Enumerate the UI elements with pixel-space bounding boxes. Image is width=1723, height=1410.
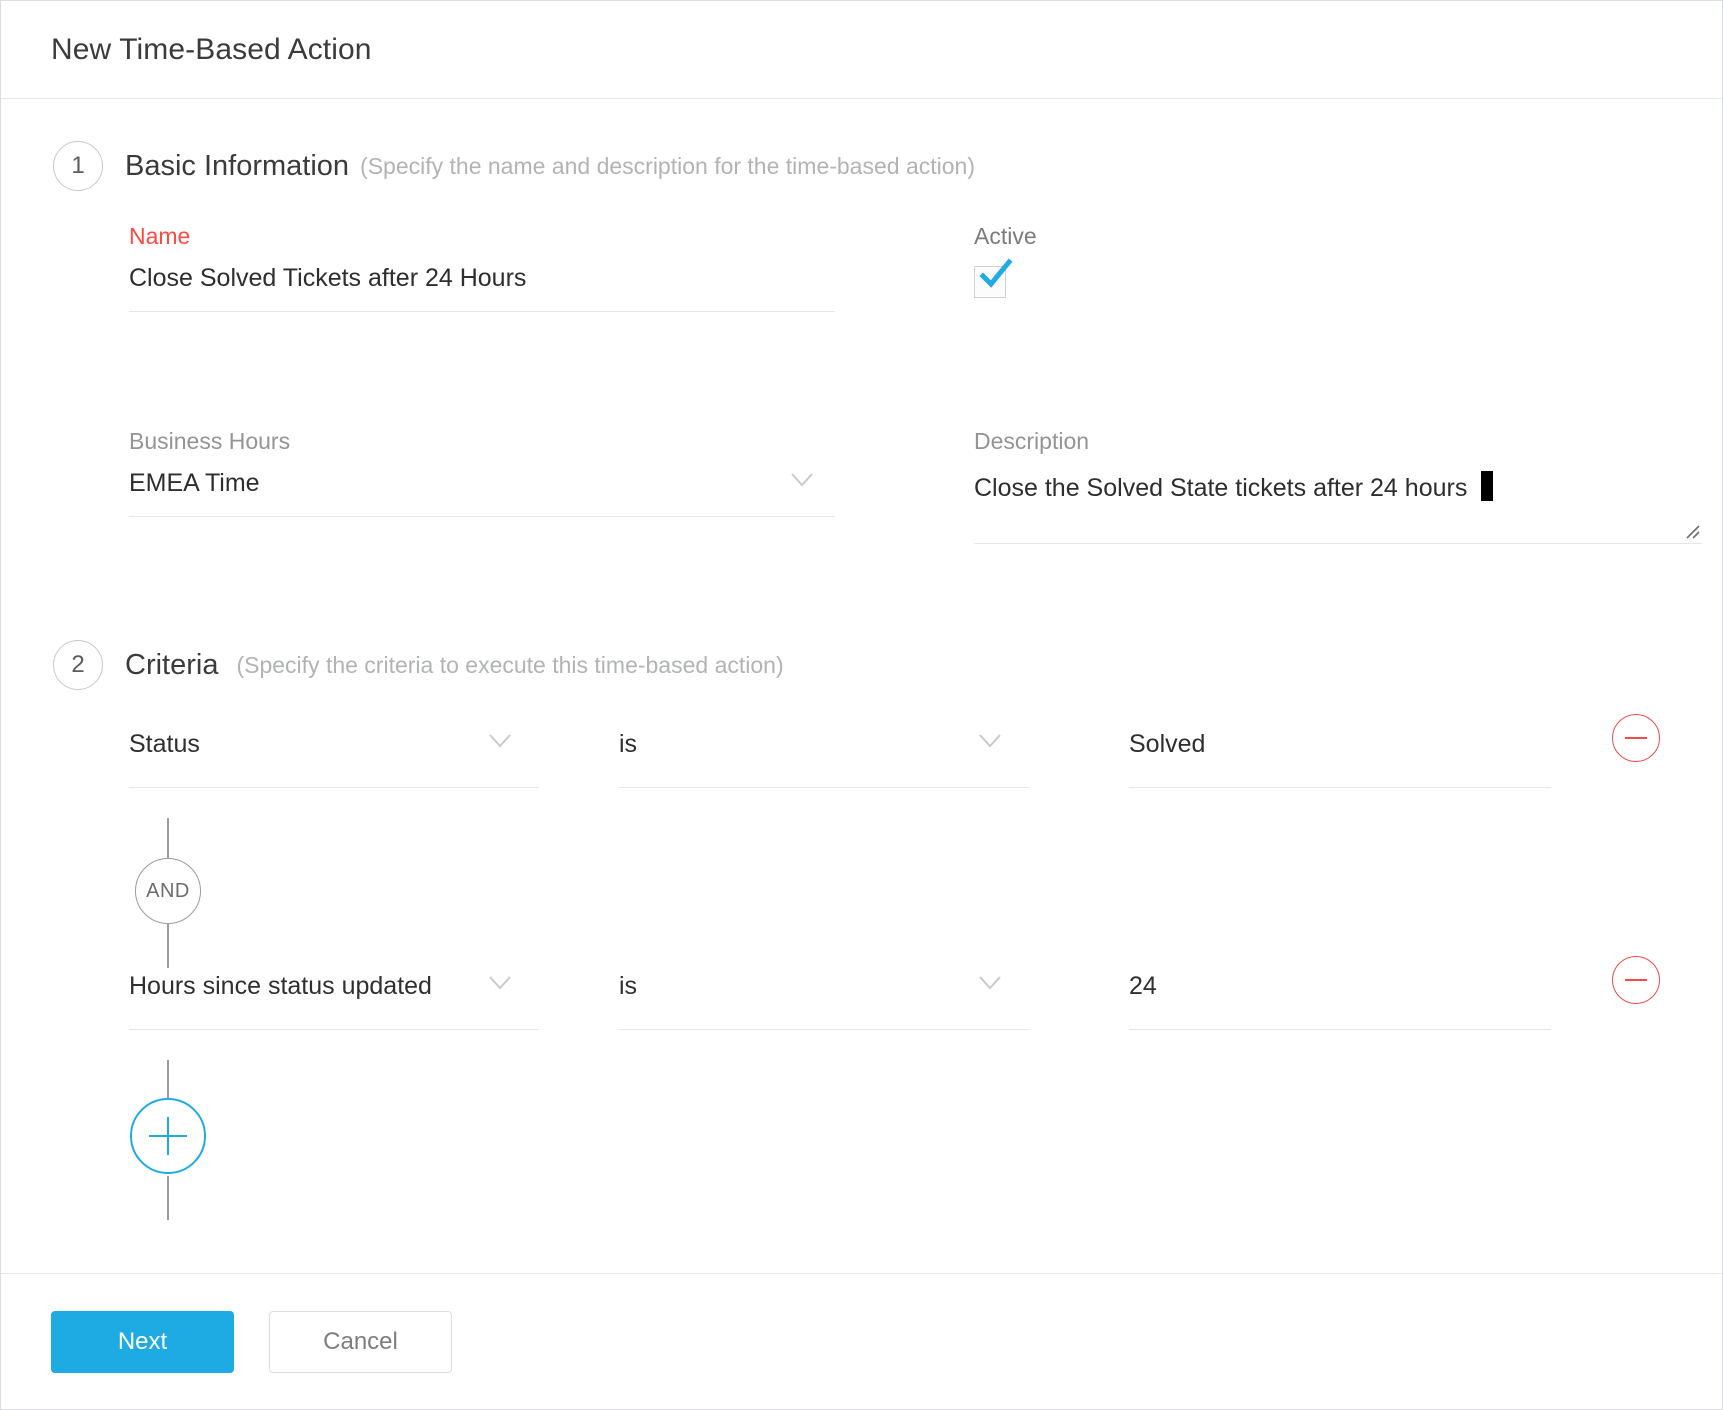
- section-hint-basic: (Specify the name and description for th…: [360, 153, 975, 180]
- chevron-down-icon: [791, 473, 813, 487]
- criteria-row: Status is Solved: [129, 726, 1722, 818]
- section-header-basic: 1 Basic Information (Specify the name an…: [1, 141, 1722, 191]
- cancel-button[interactable]: Cancel: [269, 1311, 452, 1373]
- dialog-footer: Next Cancel: [1, 1273, 1722, 1409]
- description-label: Description: [974, 428, 1702, 455]
- chevron-down-icon: [489, 976, 511, 990]
- criteria-add-zone: [129, 1060, 1722, 1220]
- business-hours-group: Business Hours EMEA Time: [129, 428, 835, 517]
- description-value: Close the Solved State tickets after 24 …: [974, 474, 1467, 502]
- chevron-down-icon: [979, 976, 1001, 990]
- criteria-value-text: Solved: [1129, 726, 1551, 757]
- criteria-value-input[interactable]: Solved: [1129, 726, 1551, 788]
- criteria-operator-value: is: [619, 968, 1029, 999]
- section-basic-information: 1 Basic Information (Specify the name an…: [1, 99, 1722, 578]
- page-title: New Time-Based Action: [51, 33, 372, 67]
- name-field-group: Name Close Solved Tickets after 24 Hours: [129, 223, 835, 312]
- section-title-criteria: Criteria: [125, 649, 218, 682]
- connector-line-top: [167, 1060, 169, 1100]
- section-header-criteria: 2 Criteria (Specify the criteria to exec…: [1, 640, 1722, 690]
- business-hours-select[interactable]: EMEA Time: [129, 471, 835, 517]
- active-checkbox[interactable]: [974, 266, 1008, 300]
- chevron-down-icon: [489, 734, 511, 748]
- resize-grip-icon[interactable]: [1682, 521, 1700, 539]
- chevron-down-icon: [979, 734, 1001, 748]
- criteria-connector: AND: [129, 818, 1722, 968]
- criteria-operator-value: is: [619, 726, 1029, 757]
- section-hint-criteria: (Specify the criteria to execute this ti…: [236, 652, 783, 679]
- criteria-operator-select[interactable]: is: [619, 726, 1029, 788]
- criteria-field-select[interactable]: Status: [129, 726, 539, 788]
- criteria-field-select[interactable]: Hours since status updated: [129, 968, 539, 1030]
- minus-icon: [1625, 737, 1647, 739]
- field-row-1: Name Close Solved Tickets after 24 Hours…: [129, 223, 1722, 363]
- connector-line-bottom: [167, 924, 169, 968]
- criteria-operator-select[interactable]: is: [619, 968, 1029, 1030]
- basic-fields-grid: Name Close Solved Tickets after 24 Hours…: [1, 223, 1722, 578]
- active-field-group: Active: [974, 223, 1680, 300]
- dialog-body: 1 Basic Information (Specify the name an…: [1, 99, 1722, 1273]
- minus-icon: [1625, 979, 1647, 981]
- criteria-value-input[interactable]: 24: [1129, 968, 1551, 1030]
- connector-line-bottom: [167, 1176, 169, 1220]
- add-criteria-button[interactable]: [130, 1098, 206, 1174]
- description-textarea[interactable]: Close the Solved State tickets after 24 …: [974, 471, 1702, 544]
- criteria-logic-toggle[interactable]: AND: [135, 858, 201, 924]
- name-input[interactable]: Close Solved Tickets after 24 Hours: [129, 266, 835, 312]
- remove-criteria-button[interactable]: [1612, 956, 1660, 1004]
- criteria-field-value: Hours since status updated: [129, 968, 539, 999]
- criteria-field-value: Status: [129, 726, 539, 757]
- check-icon: [977, 257, 1013, 293]
- new-time-based-action-dialog: New Time-Based Action 1 Basic Informatio…: [0, 0, 1723, 1410]
- step-number-2: 2: [53, 640, 103, 690]
- description-group: Description Close the Solved State ticke…: [974, 428, 1702, 544]
- active-label: Active: [974, 223, 1680, 250]
- name-label: Name: [129, 223, 835, 250]
- business-hours-label: Business Hours: [129, 428, 835, 455]
- step-number-1: 1: [53, 141, 103, 191]
- criteria-rows: Status is Solved: [1, 726, 1722, 1220]
- text-caret: [1481, 471, 1493, 501]
- name-input-value: Close Solved Tickets after 24 Hours: [129, 264, 526, 292]
- next-button[interactable]: Next: [51, 1311, 234, 1373]
- section-title-basic: Basic Information: [125, 150, 349, 183]
- business-hours-value: EMEA Time: [129, 469, 260, 497]
- criteria-value-text: 24: [1129, 968, 1551, 999]
- criteria-row: Hours since status updated is 24: [129, 968, 1722, 1060]
- dialog-header: New Time-Based Action: [1, 1, 1722, 99]
- section-criteria: 2 Criteria (Specify the criteria to exec…: [1, 640, 1722, 1220]
- connector-line-top: [167, 818, 169, 860]
- remove-criteria-button[interactable]: [1612, 714, 1660, 762]
- field-row-2: Business Hours EMEA Time Description Clo…: [129, 428, 1722, 578]
